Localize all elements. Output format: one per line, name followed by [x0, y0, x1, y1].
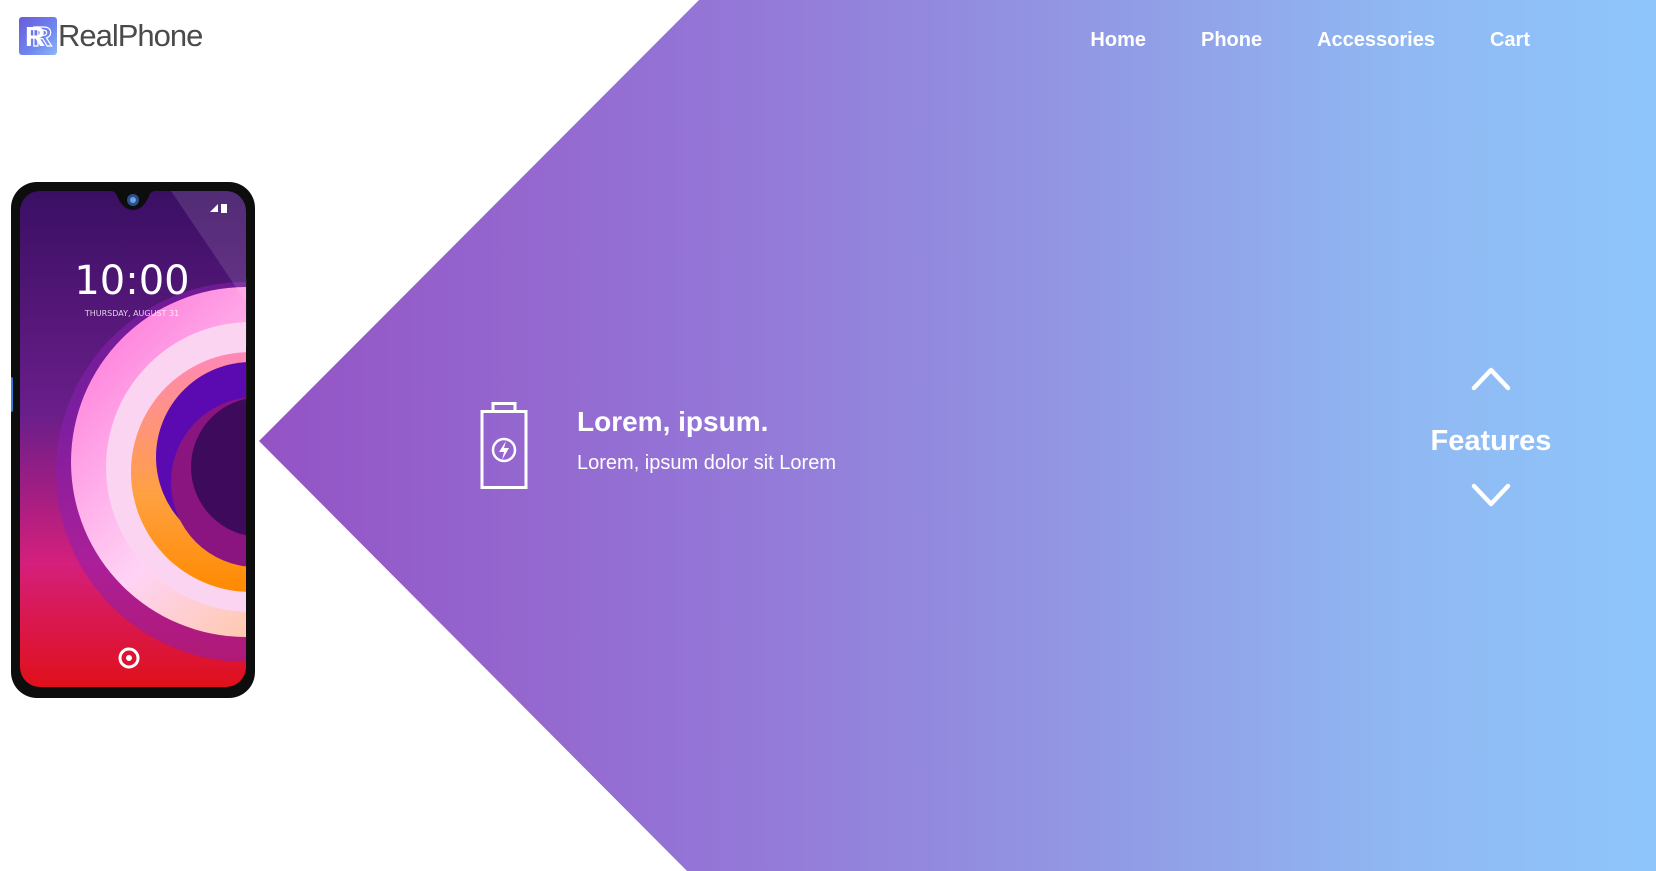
phone-image: 10:00 THURSDAY, AUGUST 31	[11, 182, 255, 698]
chevron-up-icon[interactable]	[1471, 364, 1511, 392]
logo-mark-icon: R R	[19, 17, 57, 55]
landing-page: R R RealPhone Home Phone Accessories Car…	[0, 0, 1656, 871]
phone-clock: 10:00	[74, 258, 189, 304]
chevron-down-icon[interactable]	[1471, 482, 1511, 510]
phone-date: THURSDAY, AUGUST 31	[84, 309, 179, 318]
logo-letter-echo: R	[32, 21, 52, 51]
brand-logo[interactable]: R R RealPhone	[19, 17, 203, 55]
nav-accessories[interactable]: Accessories	[1317, 22, 1435, 58]
main-nav: Home Phone Accessories Cart	[1035, 22, 1530, 58]
feature-title: Lorem, ipsum.	[577, 406, 769, 437]
battery-charging-icon	[480, 402, 528, 489]
nav-cart[interactable]: Cart	[1490, 22, 1530, 58]
feature-description: Lorem, ipsum dolor sit Lorem	[577, 452, 836, 474]
nav-home[interactable]: Home	[1090, 22, 1146, 58]
features-label: Features	[1430, 425, 1552, 457]
brand-name: RealPhone	[58, 18, 203, 53]
nav-phone[interactable]: Phone	[1201, 22, 1262, 58]
features-switcher: Features	[1411, 358, 1571, 518]
